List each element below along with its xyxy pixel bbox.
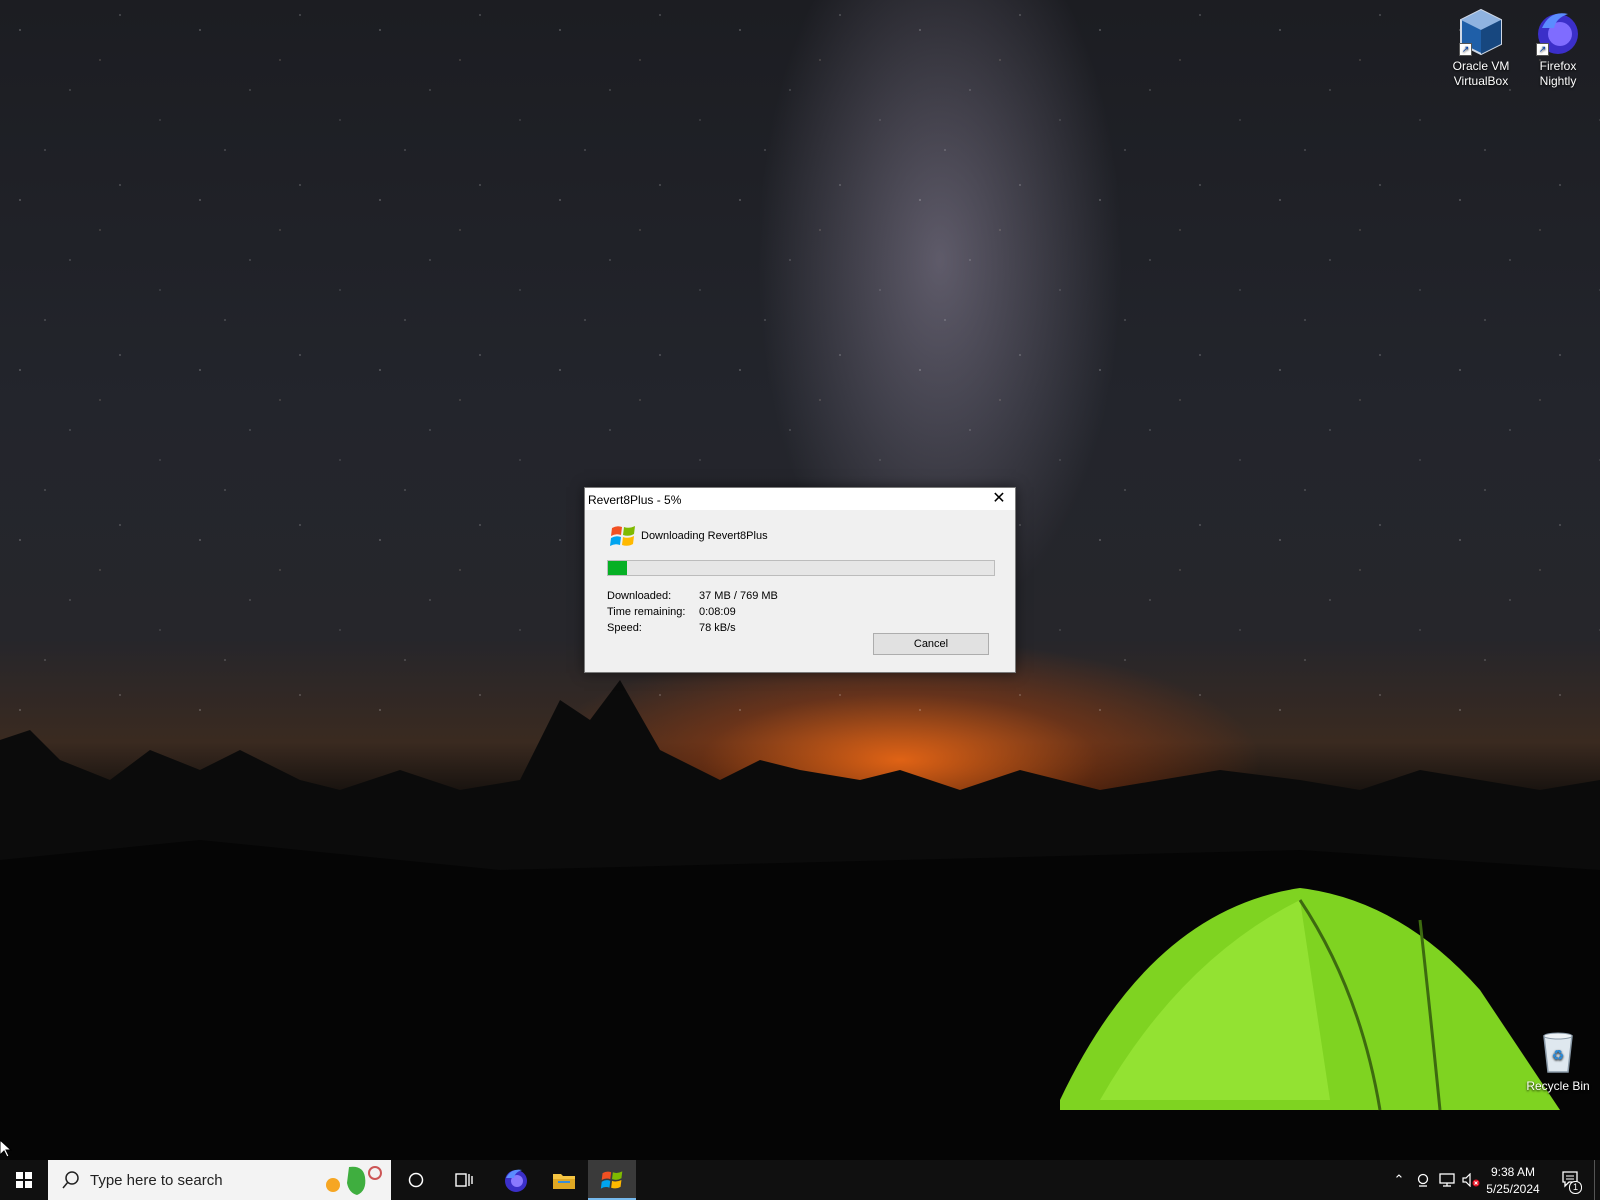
speed-value: 78 kB/s [699,622,736,634]
search-highlight-icon [326,1166,382,1195]
search-icon [62,1171,79,1189]
windows-logo-icon [610,526,635,546]
dialog-titlebar[interactable]: Revert8Plus - 5% ✕ [585,488,1015,510]
dialog-body: Downloading Revert8Plus Downloaded: 37 MB… [585,510,1015,672]
virtualbox-icon: ↗ [1457,8,1505,56]
search-placeholder: Type here to search [90,1171,223,1189]
taskbar: Type here to search ⌃ 9:38 AM 5/25/2024 … [0,1160,1600,1200]
progress-fill [608,561,628,575]
downloaded-value: 37 MB / 769 MB [699,590,778,602]
chevron-up-icon: ⌃ [1393,1172,1405,1187]
firefox-nightly-icon [505,1169,527,1192]
mountain-silhouette [0,680,1600,1160]
clock-time: 9:38 AM [1490,1165,1536,1179]
desktop-icon-label: Oracle VM [1452,59,1510,73]
clock[interactable]: 9:38 AM 5/25/2024 [1478,1164,1548,1198]
mouse-cursor-icon [0,1140,12,1158]
cortana-button[interactable] [396,1160,436,1200]
speed-row: Speed: 78 kB/s [607,622,736,634]
show-desktop-button[interactable] [1594,1160,1600,1200]
cancel-button[interactable]: Cancel [873,633,989,655]
desktop-icon-virtualbox[interactable]: ↗ Oracle VM VirtualBox [1444,8,1518,89]
time-remaining-value: 0:08:09 [699,606,736,618]
network-icon [1439,1173,1455,1187]
clock-date: 5/25/2024 [1486,1182,1540,1196]
dialog-heading: Downloading Revert8Plus [641,530,768,542]
shortcut-arrow-icon: ↗ [1459,43,1472,56]
taskbar-firefox-nightly[interactable] [492,1160,540,1200]
start-button[interactable] [0,1160,48,1200]
downloaded-row: Downloaded: 37 MB / 769 MB [607,590,778,602]
meet-now-button[interactable] [1412,1160,1434,1200]
show-hidden-icons-button[interactable]: ⌃ [1388,1160,1410,1200]
start-icon [16,1172,32,1188]
file-explorer-icon [553,1174,575,1189]
desktop-icon-label: Nightly [1539,74,1577,88]
taskbar-revert8plus[interactable] [588,1160,636,1200]
time-remaining-label: Time remaining: [607,606,686,618]
desktop-icon-firefox-nightly[interactable]: ↗ Firefox Nightly [1521,8,1595,89]
task-view-icon [455,1173,473,1187]
notification-count-badge: 1 [1569,1181,1582,1194]
desktop-icon-label: Firefox [1539,59,1577,73]
svg-text:♻: ♻ [1552,1048,1565,1064]
download-dialog: Revert8Plus - 5% ✕ Downloading Revert8Pl… [584,487,1016,673]
revert8plus-icon [600,1171,623,1189]
time-remaining-row: Time remaining: 0:08:09 [607,606,736,618]
dialog-title: Revert8Plus - 5% [588,493,682,507]
cortana-icon [408,1172,424,1188]
close-icon[interactable]: ✕ [983,488,1015,510]
desktop-icon-label: Recycle Bin [1526,1079,1590,1093]
downloaded-label: Downloaded: [607,590,672,602]
desktop-icon-label: VirtualBox [1453,74,1509,88]
action-center-button[interactable]: 1 [1556,1160,1586,1200]
taskbar-file-explorer[interactable] [540,1160,588,1200]
speed-label: Speed: [607,622,642,634]
webcam-icon [1417,1173,1429,1187]
recycle-bin-icon: ♻ [1534,1028,1582,1076]
shortcut-arrow-icon: ↗ [1536,43,1549,56]
network-button[interactable] [1436,1160,1458,1200]
download-progress-bar [607,560,995,576]
search-box[interactable]: Type here to search [48,1160,391,1200]
task-view-button[interactable] [444,1160,484,1200]
desktop-icon-recycle-bin[interactable]: ♻ Recycle Bin [1521,1028,1595,1094]
firefox-nightly-icon: ↗ [1534,8,1582,56]
